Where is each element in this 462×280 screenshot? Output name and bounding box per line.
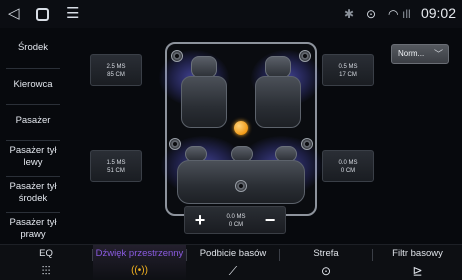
tab-zone[interactable]: Strefa ⊙ (280, 245, 372, 280)
front-left-distance: 85 CM (107, 72, 125, 78)
increase-button[interactable]: + (191, 211, 209, 229)
listening-position-sidebar: Środek Kierowca Pasażer Pasażer tył lewy… (0, 30, 64, 244)
sound-mode-dropdown[interactable]: Norm... ﹀ (391, 44, 449, 64)
tab-bass-boost[interactable]: Podbicie basów ⟋ (187, 245, 279, 280)
front-left-delay-card[interactable]: 2.5 MS 85 CM (90, 54, 142, 86)
chevron-down-icon: ﹀ (433, 49, 443, 59)
wifi-icon: ◠ (388, 7, 399, 21)
delay-adjuster: + 0.0 MS 0 CM − (184, 206, 286, 234)
rear-right-distance: 0 CM (340, 168, 356, 174)
menu-icon[interactable]: ☰ (66, 4, 79, 24)
home-icon[interactable] (36, 8, 49, 21)
sidebar-divider (6, 104, 60, 105)
adjuster-delay-value: 0.0 MS (226, 214, 246, 220)
rear-left-speaker-icon (169, 138, 181, 150)
surround-waves-icon: ((•)) (131, 265, 148, 276)
bass-filter-icon: ⊵ (412, 264, 423, 278)
location-icon: ⊙ (366, 7, 377, 21)
surround-stage: 2.5 MS 85 CM 0.5 MS 17 CM 1.5 MS 51 CM 0… (64, 28, 462, 244)
tab-zone-label: Strefa (313, 248, 339, 259)
bottom-tab-bar: EQ ⫶⫶⫶ Dźwięk przestrzenny ((•)) Podbici… (0, 244, 462, 280)
rear-right-delay: 0.0 MS (338, 160, 358, 166)
sidebar-divider (6, 68, 60, 69)
front-left-speaker-icon (171, 50, 183, 62)
rear-right-delay-card[interactable]: 0.0 MS 0 CM (322, 150, 374, 182)
sidebar-item-srodek[interactable]: Środek (4, 34, 62, 62)
listening-position-marker[interactable] (234, 121, 248, 135)
sidebar-item-kierowca[interactable]: Kierowca (4, 70, 62, 100)
clock: 09:02 (420, 5, 456, 21)
driver-headrest (191, 56, 217, 78)
decrease-button[interactable]: − (261, 211, 279, 229)
front-left-delay: 2.5 MS (106, 64, 126, 70)
tab-eq[interactable]: EQ ⫶⫶⫶ (0, 245, 92, 280)
subwoofer-speaker-icon (235, 180, 247, 192)
passenger-headrest (265, 56, 291, 78)
sidebar-item-pasazer-tyl-lewy[interactable]: Pasażer tył lewy (4, 140, 62, 174)
equalizer-sliders-icon: ⫶⫶⫶ (41, 264, 51, 278)
bass-boost-graph-icon: ⟋ (228, 264, 238, 278)
rear-left-distance: 51 CM (107, 168, 125, 174)
tab-bass-filter[interactable]: Filtr basowy ⊵ (373, 245, 462, 280)
sidebar-item-pasazer-tyl-prawy[interactable]: Pasażer tył prawy (4, 212, 62, 246)
tab-bass-filter-label: Filtr basowy (392, 248, 443, 259)
tab-surround[interactable]: Dźwięk przestrzenny ((•)) (93, 245, 186, 280)
signal-icon: ıll (402, 7, 411, 21)
adjuster-value: 0.0 MS 0 CM (221, 213, 251, 229)
front-right-delay: 0.5 MS (338, 64, 358, 70)
status-bar: ◁ ☰ ✱ ⊙ ◠ ıll 09:02 (0, 0, 462, 28)
front-right-delay-card[interactable]: 0.5 MS 17 CM (322, 54, 374, 86)
bluetooth-icon: ✱ (344, 7, 355, 21)
front-right-distance: 17 CM (339, 72, 357, 78)
tab-bass-boost-label: Podbicie basów (199, 248, 267, 259)
driver-seat (181, 76, 227, 128)
adjuster-distance-value: 0 CM (228, 222, 244, 228)
zone-target-icon: ⊙ (320, 264, 332, 278)
passenger-seat (255, 76, 301, 128)
rear-right-speaker-icon (301, 138, 313, 150)
tab-eq-label: EQ (39, 248, 53, 259)
car-cabin-diagram (159, 42, 323, 216)
rear-left-delay-card[interactable]: 1.5 MS 51 CM (90, 150, 142, 182)
front-right-speaker-icon (299, 50, 311, 62)
rear-left-delay: 1.5 MS (106, 160, 126, 166)
sidebar-item-pasazer[interactable]: Pasażer (4, 106, 62, 136)
tab-surround-label: Dźwięk przestrzenny (95, 248, 184, 259)
sidebar-item-pasazer-tyl-srodek[interactable]: Pasażer tył środek (4, 176, 62, 210)
back-icon[interactable]: ◁ (8, 4, 20, 24)
sound-mode-selected: Norm... (398, 49, 425, 58)
